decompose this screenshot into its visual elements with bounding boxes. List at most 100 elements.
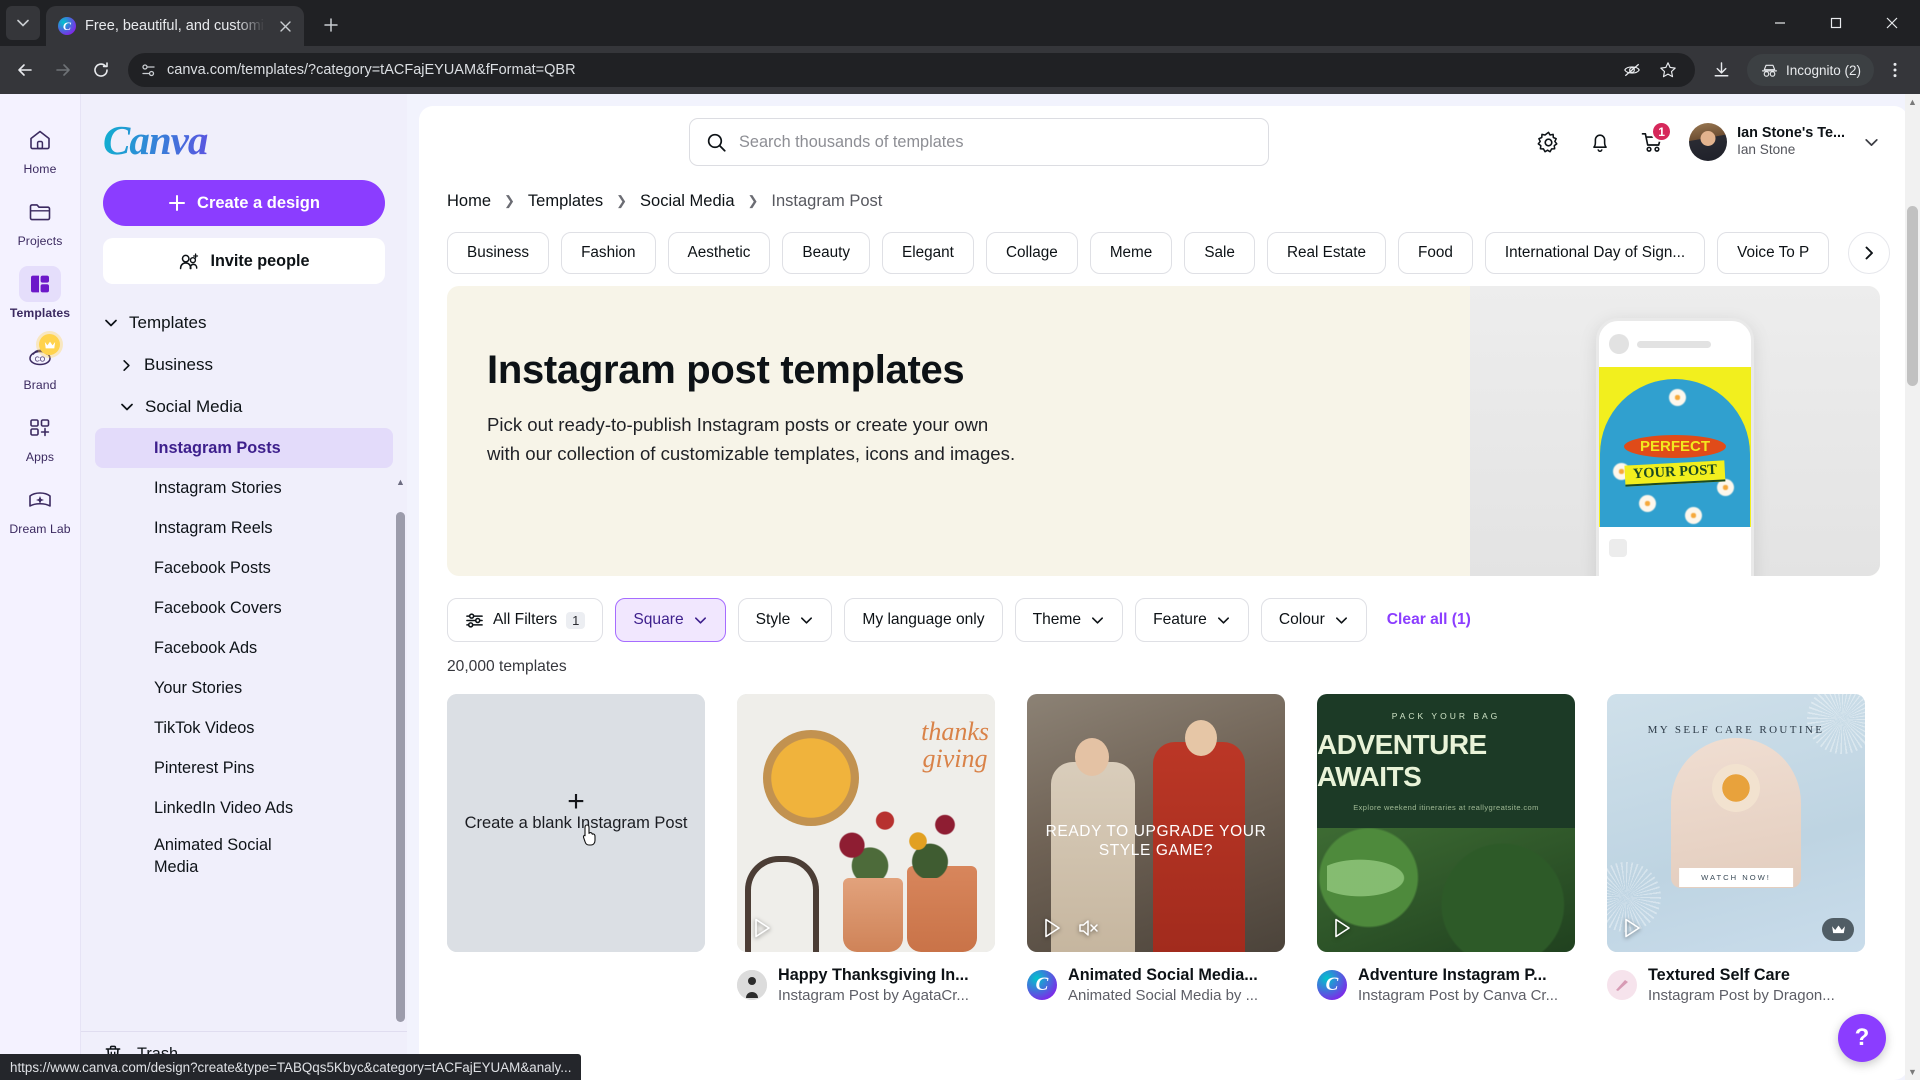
sidebar-item-instagram-stories[interactable]: Instagram Stories xyxy=(95,468,393,508)
address-bar[interactable]: canva.com/templates/?category=tACFajEYUA… xyxy=(128,53,1695,87)
template-card[interactable]: thanks giving Happy Thanksgiving In... I… xyxy=(737,694,995,1006)
browser-menu-icon[interactable] xyxy=(1878,53,1912,87)
sidebar-scroll-thumb[interactable] xyxy=(396,512,405,1022)
template-thumbnail[interactable]: READY TO UPGRADE YOUR STYLE GAME? xyxy=(1027,694,1285,952)
clear-all-filters-button[interactable]: Clear all (1) xyxy=(1387,611,1471,629)
sidebar-item-linkedin-video-ads[interactable]: LinkedIn Video Ads xyxy=(95,788,393,828)
filter-feature[interactable]: Feature xyxy=(1135,598,1249,642)
create-a-design-button[interactable]: Create a design xyxy=(103,180,385,226)
sidebar-item-facebook-posts[interactable]: Facebook Posts xyxy=(95,548,393,588)
filter-square[interactable]: Square xyxy=(615,598,726,642)
filter-colour[interactable]: Colour xyxy=(1260,598,1367,642)
chip-voice-to-p[interactable]: Voice To P xyxy=(1717,232,1830,274)
chip-real-estate[interactable]: Real Estate xyxy=(1266,232,1387,274)
sidebar-item-your-stories[interactable]: Your Stories xyxy=(95,668,393,708)
template-thumbnail[interactable]: Create a blank Instagram Post + xyxy=(447,694,705,952)
sidebar-item-facebook-ads[interactable]: Facebook Ads xyxy=(95,628,393,668)
play-icon[interactable] xyxy=(1039,915,1065,941)
sidebar-item-facebook-covers[interactable]: Facebook Covers xyxy=(95,588,393,628)
chip-elegant[interactable]: Elegant xyxy=(882,232,974,274)
invite-people-button[interactable]: Invite people xyxy=(103,238,385,284)
browser-tab[interactable]: C Free, beautiful, and customizab xyxy=(46,6,304,46)
chip-beauty[interactable]: Beauty xyxy=(782,232,871,274)
sidebar-item-social-media[interactable]: Social Media xyxy=(81,386,407,428)
maximize-button[interactable] xyxy=(1808,0,1864,46)
cart-badge: 1 xyxy=(1651,121,1673,142)
search-input[interactable]: Search thousands of templates xyxy=(689,118,1270,166)
all-filters-button[interactable]: All Filters 1 xyxy=(447,598,604,642)
sidebar-item-business[interactable]: Business xyxy=(81,344,407,386)
tab-search-button[interactable] xyxy=(6,6,40,40)
template-card[interactable]: READY TO UPGRADE YOUR STYLE GAME? C Anim… xyxy=(1027,694,1285,1006)
chevron-down-icon[interactable] xyxy=(1863,134,1880,151)
play-icon[interactable] xyxy=(1619,915,1645,941)
sidebar-group-templates[interactable]: Templates xyxy=(81,302,407,344)
close-window-button[interactable] xyxy=(1864,0,1920,46)
sidebar-item-instagram-posts[interactable]: Instagram Posts xyxy=(95,428,393,468)
chip-sale[interactable]: Sale xyxy=(1184,232,1255,274)
category-chip-row[interactable]: Business Fashion Aesthetic Beauty Elegan… xyxy=(419,220,1908,274)
page-scrollbar[interactable]: ▲ ▼ xyxy=(1905,94,1920,1080)
minimize-button[interactable] xyxy=(1752,0,1808,46)
template-thumbnail[interactable]: thanks giving xyxy=(737,694,995,952)
scroll-up-arrow[interactable]: ▲ xyxy=(396,478,405,487)
fern-graphic xyxy=(1327,846,1437,911)
scroll-down-arrow[interactable]: ▼ xyxy=(1905,1067,1920,1077)
canva-logo[interactable]: Canva xyxy=(81,94,407,178)
settings-gear-icon[interactable] xyxy=(1529,123,1567,161)
mute-icon[interactable] xyxy=(1075,915,1101,941)
chip-business[interactable]: Business xyxy=(447,232,550,274)
breadcrumb-templates[interactable]: Templates xyxy=(528,192,603,211)
close-tab-icon[interactable] xyxy=(274,15,296,37)
chip-food[interactable]: Food xyxy=(1398,232,1473,274)
chips-next-button[interactable] xyxy=(1848,232,1890,274)
play-icon[interactable] xyxy=(1329,915,1355,941)
filter-my-language-only[interactable]: My language only xyxy=(844,598,1003,642)
chip-collage[interactable]: Collage xyxy=(985,232,1078,274)
template-card-blank[interactable]: Create a blank Instagram Post + xyxy=(447,694,705,1006)
watch-now-button[interactable]: WATCH NOW! xyxy=(1679,868,1793,887)
downloads-icon[interactable] xyxy=(1705,53,1739,87)
back-icon[interactable] xyxy=(8,53,42,87)
breadcrumb-social-media[interactable]: Social Media xyxy=(640,192,734,211)
bookmark-star-icon[interactable] xyxy=(1651,53,1685,87)
account-menu[interactable]: Ian Stone's Te... Ian Stone xyxy=(1689,123,1880,161)
sidebar-item-social-media-label: Social Media xyxy=(145,397,243,416)
sidebar-item-pinterest-pins[interactable]: Pinterest Pins xyxy=(95,748,393,788)
template-card[interactable]: MY SELF CARE ROUTINE WATCH NOW! Textured… xyxy=(1607,694,1865,1006)
notifications-bell-icon[interactable] xyxy=(1581,123,1619,161)
sidebar-item-tiktok-videos[interactable]: TikTok Videos xyxy=(95,708,393,748)
rail-item-templates[interactable]: Templates xyxy=(5,260,75,324)
chip-aesthetic[interactable]: Aesthetic xyxy=(667,232,771,274)
rail-item-dream-lab[interactable]: Dream Lab xyxy=(5,476,75,540)
rail-item-home[interactable]: Home xyxy=(5,116,75,180)
breadcrumb-home[interactable]: Home xyxy=(447,192,491,211)
sidebar-item-animated-social-media[interactable]: Animated Social Media xyxy=(95,828,393,884)
all-filters-label: All Filters xyxy=(493,611,558,628)
play-icon[interactable] xyxy=(749,915,775,941)
filter-style[interactable]: Style xyxy=(737,598,833,642)
chip-meme[interactable]: Meme xyxy=(1089,232,1173,274)
chip-fashion[interactable]: Fashion xyxy=(561,232,656,274)
rail-item-projects[interactable]: Projects xyxy=(5,188,75,252)
sidebar-item-instagram-reels[interactable]: Instagram Reels xyxy=(95,508,393,548)
incognito-indicator[interactable]: Incognito (2) xyxy=(1746,54,1874,86)
phone-name-placeholder xyxy=(1637,340,1711,348)
new-tab-button[interactable] xyxy=(314,8,348,42)
scroll-up-arrow[interactable]: ▲ xyxy=(1905,97,1920,107)
rail-item-apps[interactable]: Apps xyxy=(5,404,75,468)
cart-icon[interactable]: 1 xyxy=(1633,121,1673,161)
rail-item-brand[interactable]: CO Brand xyxy=(5,332,75,396)
filter-theme[interactable]: Theme xyxy=(1014,598,1124,642)
phone-avatar-placeholder xyxy=(1609,334,1629,354)
template-thumbnail[interactable]: MY SELF CARE ROUTINE WATCH NOW! xyxy=(1607,694,1865,952)
reload-icon[interactable] xyxy=(84,53,118,87)
page-scroll-thumb[interactable] xyxy=(1907,206,1918,386)
tracking-protection-icon[interactable] xyxy=(1615,53,1649,87)
template-thumbnail[interactable]: PACK YOUR BAG ADVENTURE AWAITS Explore w… xyxy=(1317,694,1575,952)
help-button[interactable]: ? xyxy=(1838,1014,1886,1062)
chip-international-day-of-sign[interactable]: International Day of Sign... xyxy=(1484,232,1706,274)
template-card[interactable]: PACK YOUR BAG ADVENTURE AWAITS Explore w… xyxy=(1317,694,1575,1006)
sidebar-scrollbar[interactable]: ▲ ▼ xyxy=(396,478,405,1023)
create-blank-area[interactable]: Create a blank Instagram Post + xyxy=(447,694,705,952)
